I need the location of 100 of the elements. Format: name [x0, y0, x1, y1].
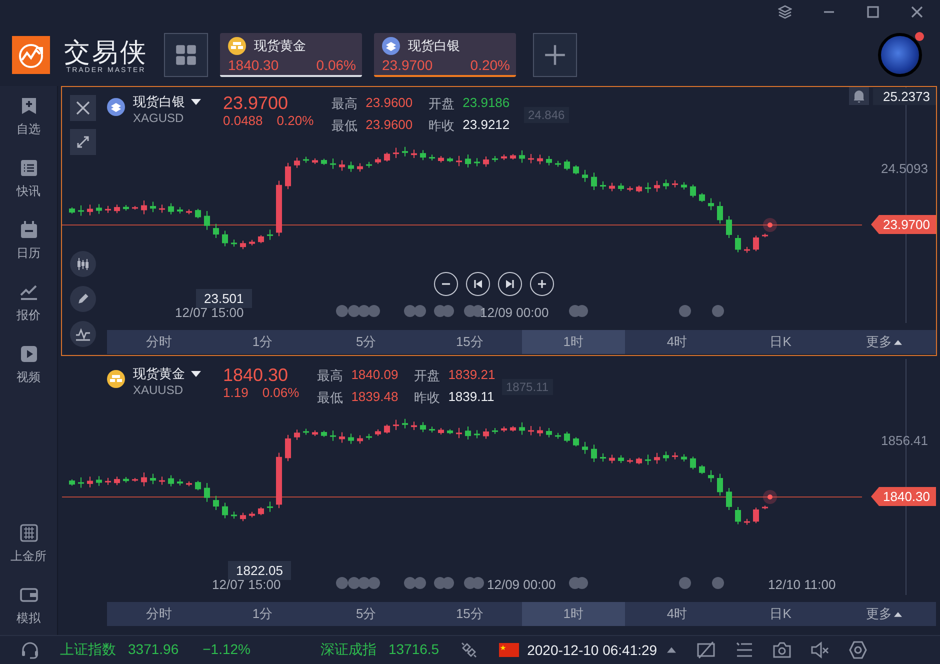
event-marker-icon[interactable]: [464, 577, 484, 589]
event-marker-icon[interactable]: [336, 305, 380, 317]
event-marker-icon[interactable]: [404, 577, 426, 589]
timeframe-tab[interactable]: 更多: [832, 330, 936, 354]
caret-up-icon[interactable]: [667, 647, 676, 653]
instrument-name[interactable]: 现货黄金: [133, 365, 185, 383]
timeframe-tab[interactable]: 1分: [210, 330, 314, 354]
timeframe-tab[interactable]: 4时: [625, 330, 729, 354]
grid-icon[interactable]: [18, 523, 38, 543]
camera-icon[interactable]: [772, 640, 792, 660]
close-button[interactable]: [70, 95, 96, 121]
quote-price: 23.9700: [382, 57, 433, 73]
list-icon[interactable]: [18, 158, 38, 178]
dropdown-caret-icon[interactable]: [191, 371, 201, 377]
stat-label: 开盘: [428, 95, 455, 113]
screen-off-icon[interactable]: [696, 640, 716, 660]
calendar-icon[interactable]: [18, 220, 38, 240]
timeframe-tab[interactable]: 日K: [728, 330, 832, 354]
chart-panel[interactable]: 现货黄金 XAUUSD 1840.30 1.19 0.06% 最高 1840.09 开盘 1839.21 最低 1839.48 昨收 1839.11 1856.41 1840.30 1875.11 1822.05 12/07 15:00 12/09 00:00 12/10 11:00 分时 1分 5分 15分 1时 4时 日K 更多: [61, 358, 937, 628]
quote-change: 0.20%: [470, 57, 510, 73]
stat-value: 1840.09: [351, 367, 398, 384]
index-name[interactable]: 上证指数: [60, 641, 116, 659]
user-avatar[interactable]: [878, 33, 922, 77]
quote-tab[interactable]: 现货黄金 1840.30 0.06%: [220, 33, 362, 77]
timeframe-tab[interactable]: 1时: [522, 602, 626, 626]
event-marker-icon[interactable]: [712, 577, 724, 589]
plus-icon: [544, 44, 566, 66]
zoom-in-button[interactable]: [530, 272, 554, 296]
wallet-icon[interactable]: [18, 585, 38, 605]
timeframe-tab[interactable]: 15分: [418, 330, 522, 354]
sidebar-label[interactable]: 上金所: [10, 548, 46, 565]
sidebar-label[interactable]: 模拟: [16, 610, 40, 627]
add-button[interactable]: [533, 33, 577, 77]
sidebar-label[interactable]: 报价: [16, 307, 40, 324]
chart-panel[interactable]: 现货白银 XAGUSD 23.9700 0.0488 0.20% 最高 23.9600 开盘 23.9186 最低 23.9600 昨收 23.9212 25.2373 24.5093 23.9700 24.846 23.501 12/07 15:00 12/09 00:00 分时 1分 5分 15分 1时 4时 日K 更多: [61, 86, 937, 356]
settings-icon[interactable]: [848, 640, 868, 660]
event-marker-icon[interactable]: [404, 305, 426, 317]
timeframe-tab[interactable]: 4时: [625, 602, 729, 626]
event-marker-icon[interactable]: [434, 577, 454, 589]
timeframe-tab[interactable]: 分时: [107, 330, 211, 354]
timeframe-tab[interactable]: 更多: [832, 602, 936, 626]
timeframe-tab[interactable]: 15分: [418, 602, 522, 626]
timeframe-tab[interactable]: 5分: [314, 602, 418, 626]
skip-forward-button[interactable]: [498, 272, 522, 296]
event-marker-icon[interactable]: [569, 305, 588, 317]
sidebar-label[interactable]: 日历: [16, 245, 40, 262]
quote-tab[interactable]: 现货白银 23.9700 0.20%: [374, 33, 516, 77]
bell-icon[interactable]: [849, 87, 869, 105]
event-marker-icon[interactable]: [712, 305, 724, 317]
timeframe-tab[interactable]: 日K: [728, 602, 832, 626]
layout-button[interactable]: [164, 33, 208, 77]
grid-icon: [175, 44, 197, 66]
sidebar-label[interactable]: 视频: [16, 369, 40, 386]
timeframe-tab[interactable]: 1时: [522, 330, 626, 354]
last-price-glow-icon: [763, 218, 777, 232]
maximize-icon[interactable]: [866, 5, 880, 19]
pencil-button[interactable]: [70, 286, 96, 312]
list-icon[interactable]: [734, 640, 754, 660]
headset-icon[interactable]: [20, 640, 40, 660]
ingot-coin-icon: [228, 37, 246, 55]
price-change: 0.0488: [223, 113, 263, 128]
mute-icon[interactable]: [810, 640, 830, 660]
indicator-button[interactable]: [70, 321, 96, 347]
instrument-symbol: XAUUSD: [133, 383, 184, 397]
expand-button[interactable]: [70, 129, 96, 155]
candle-type-button[interactable]: [70, 251, 96, 277]
stat-value: 23.9600: [366, 117, 413, 134]
play-icon[interactable]: [18, 344, 38, 364]
zoom-out-button[interactable]: [434, 272, 458, 296]
price-scale-label: 1856.41: [881, 433, 928, 448]
price-scale-label: 25.2373: [873, 88, 936, 104]
quote-price: 1840.30: [228, 57, 279, 73]
price-change-percent: 0.20%: [276, 113, 314, 128]
index-name[interactable]: 深证成指: [320, 641, 376, 659]
skip-back-button[interactable]: [466, 272, 490, 296]
stat-value: 23.9600: [366, 95, 413, 112]
instrument-name[interactable]: 现货白银: [133, 93, 185, 111]
event-marker-icon[interactable]: [336, 577, 380, 589]
event-marker-icon[interactable]: [679, 577, 691, 589]
stack-coin-icon: [107, 98, 125, 116]
sidebar-label[interactable]: 快讯: [16, 183, 40, 200]
event-marker-icon[interactable]: [434, 305, 454, 317]
stat-value: 1839.48: [351, 389, 398, 406]
current-price-tag: 1840.30: [871, 487, 936, 506]
last-price: 23.9700: [223, 93, 290, 113]
event-marker-icon[interactable]: [569, 577, 588, 589]
dropdown-caret-icon[interactable]: [191, 99, 201, 105]
stack-coin-icon: [382, 37, 400, 55]
layers-icon[interactable]: [778, 5, 792, 19]
price-change-percent: 0.06%: [262, 385, 300, 400]
sidebar-label[interactable]: 自选: [16, 121, 40, 138]
stat-label: 昨收: [428, 117, 455, 135]
timeframe-tab[interactable]: 分时: [107, 602, 211, 626]
close-icon[interactable]: [910, 5, 924, 19]
timeframe-tab[interactable]: 1分: [210, 602, 314, 626]
event-marker-icon[interactable]: [679, 305, 691, 317]
high-price-marker: 1875.11: [502, 379, 552, 395]
timeframe-tab[interactable]: 5分: [314, 330, 418, 354]
time-axis-label: 12/07 15:00: [175, 305, 244, 320]
plus-icon: [536, 278, 548, 290]
